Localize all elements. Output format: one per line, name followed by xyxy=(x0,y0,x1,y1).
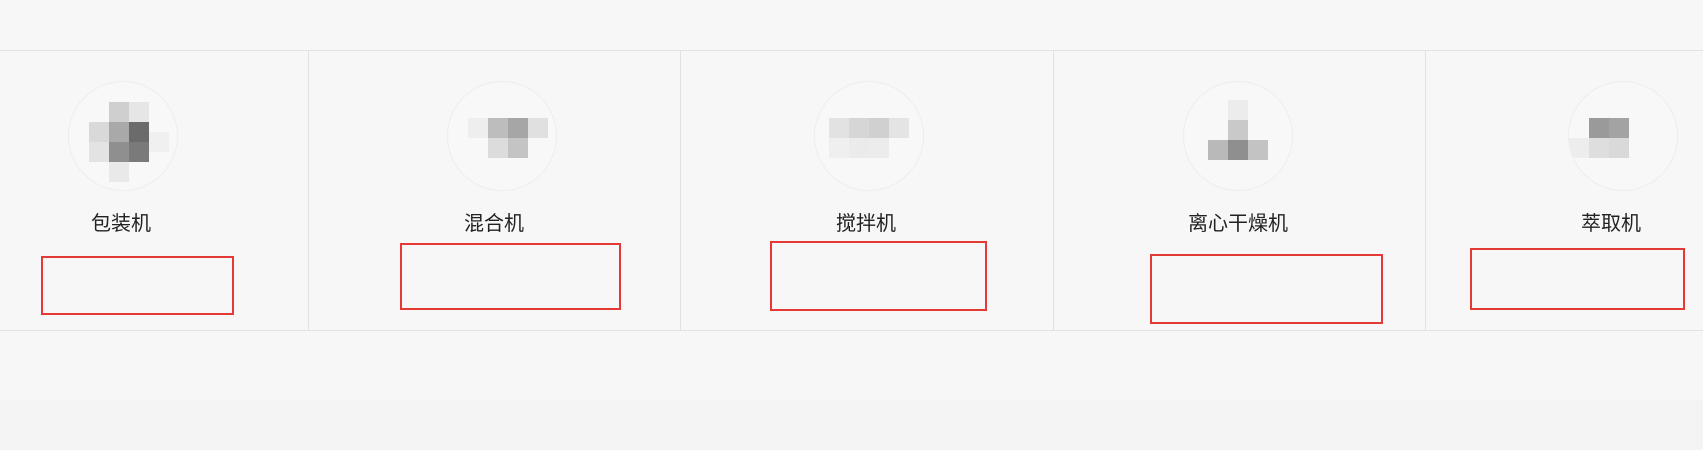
highlight-box xyxy=(41,256,234,315)
page: 包装机 混合机 搅拌机 离心干燥机 萃取机 xyxy=(0,0,1703,450)
highlight-box xyxy=(1150,254,1383,324)
product-label[interactable]: 搅拌机 xyxy=(836,207,896,236)
product-card-mixing[interactable]: 混合机 xyxy=(309,51,680,330)
product-card-extraction[interactable]: 萃取机 xyxy=(1426,51,1703,330)
product-card-packaging[interactable]: 包装机 xyxy=(0,51,308,330)
product-label[interactable]: 离心干燥机 xyxy=(1188,207,1288,236)
product-label[interactable]: 包装机 xyxy=(91,207,151,236)
highlight-box xyxy=(770,241,987,311)
product-label[interactable]: 萃取机 xyxy=(1581,207,1641,236)
product-card-stirring[interactable]: 搅拌机 xyxy=(681,51,1053,330)
product-thumbnail[interactable] xyxy=(1183,81,1293,191)
footer-band xyxy=(0,400,1703,450)
product-thumbnail[interactable] xyxy=(68,81,178,191)
product-thumbnail[interactable] xyxy=(1568,81,1678,191)
product-card-centrifugal-dryer[interactable]: 离心干燥机 xyxy=(1054,51,1425,330)
product-category-strip: 包装机 混合机 搅拌机 离心干燥机 萃取机 xyxy=(0,50,1703,331)
product-label[interactable]: 混合机 xyxy=(464,207,524,236)
highlight-box xyxy=(400,243,621,310)
highlight-box xyxy=(1470,248,1685,310)
product-thumbnail[interactable] xyxy=(814,81,924,191)
product-thumbnail[interactable] xyxy=(447,81,557,191)
